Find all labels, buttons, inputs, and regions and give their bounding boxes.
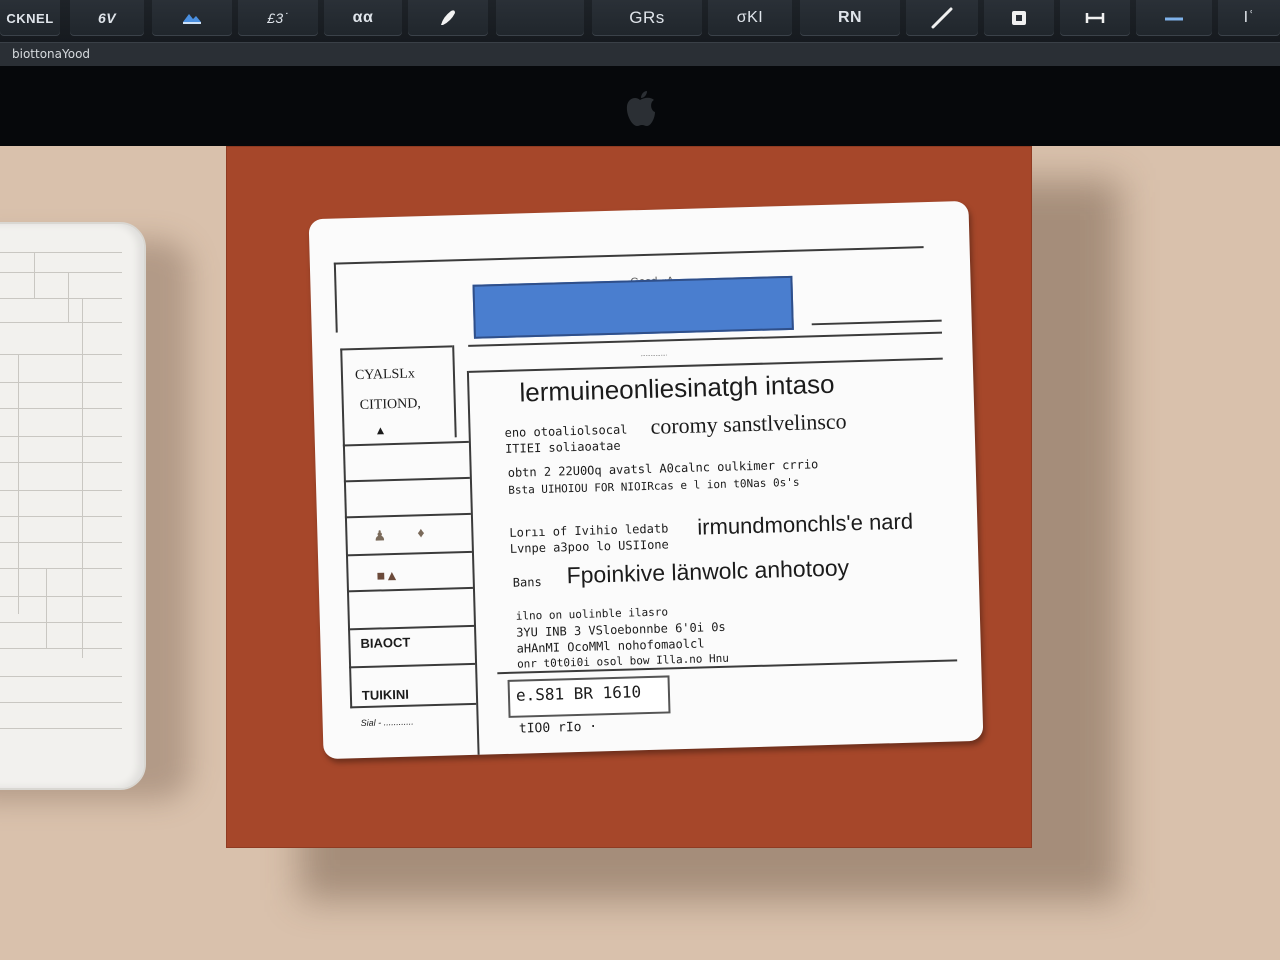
- dimension-icon: [1085, 13, 1105, 23]
- toolbar-button-minus[interactable]: [1136, 0, 1212, 36]
- line-7-large: Fpoinkive länwolc anhotooy: [566, 554, 850, 589]
- line-1-large: coromy sanstlvelinsco: [650, 408, 847, 439]
- toolbar-button-ski[interactable]: σKI: [708, 0, 792, 36]
- left-panel-label-2: TUIKINI: [361, 686, 410, 704]
- left-panel-footnote: Sial - ............: [360, 716, 414, 729]
- toolbar-button-image[interactable]: [152, 0, 232, 36]
- square-icon: [1012, 11, 1026, 25]
- status-bar: biottonaYood: [0, 42, 1280, 67]
- status-text: biottonaYood: [12, 47, 91, 61]
- code-box-text: e.S81 BR 1610: [515, 682, 642, 705]
- toolbar-button-cknel[interactable]: CKNEL: [0, 0, 60, 36]
- line-5-large: irmundmonchls'e nard: [696, 508, 914, 540]
- line-8: ilno on uolinble ilasro: [515, 605, 669, 623]
- blue-title-bar: [472, 275, 794, 339]
- doc-heading: lermuineonliesinatgh intaso: [519, 368, 835, 408]
- bag-icon: ♦: [417, 524, 425, 541]
- left-panel-title-1: CYALSLx: [354, 366, 416, 384]
- toolbar-button-pen[interactable]: [906, 0, 978, 36]
- top-toolbar: CKNEL 6V £3˙ αα GRs σKI RN Iʿ: [0, 0, 1280, 42]
- keyboard: [0, 222, 146, 790]
- toolbar-button-6v[interactable]: 6V: [70, 0, 144, 36]
- toolbar-button-aa[interactable]: αα: [324, 0, 402, 36]
- brush-icon: [441, 10, 455, 25]
- tab-label: ................: [640, 351, 668, 359]
- pen-icon: [931, 7, 953, 29]
- toolbar-button-dimension[interactable]: [1060, 0, 1130, 36]
- box-icon: ■▲: [376, 566, 400, 584]
- line-2-small: ITIEI soliaoatae: [504, 438, 621, 456]
- line-6-small: Lvnpe a3poo lo USIIone: [509, 537, 669, 556]
- left-panel-title-2: CITIOND,: [359, 396, 422, 413]
- pawn-icon: ♟: [373, 527, 387, 544]
- image-icon: [183, 14, 201, 24]
- line-7-small: Bans: [512, 574, 542, 590]
- apple-logo-icon: [626, 91, 655, 126]
- toolbar-button-square[interactable]: [984, 0, 1054, 36]
- toolbar-button-cursor[interactable]: Iʿ: [1218, 0, 1280, 36]
- triangle-icon: ▲: [374, 423, 387, 438]
- toolbar-button-rn[interactable]: RN: [800, 0, 900, 36]
- line-1-small: eno otoaliolsocal: [504, 422, 628, 440]
- line-4: Bsta UIHOIOU FOR NIOIRcas e l ion t0Nas …: [508, 475, 800, 497]
- minus-icon: [1165, 17, 1183, 21]
- toolbar-button-blank[interactable]: [496, 0, 584, 36]
- toolbar-button-grs[interactable]: GRs: [592, 0, 702, 36]
- paper-document: Gaad «A CYALSLx CITIOND, ▲ ♟ ♦ ■▲ BIAOCT…: [308, 200, 984, 760]
- toolbar-button-3[interactable]: £3˙: [238, 0, 318, 36]
- code-below-text: tIO0 rIo ·: [518, 719, 598, 737]
- toolbar-button-brush[interactable]: [408, 0, 488, 36]
- left-panel-label-1: BIAOCT: [360, 634, 411, 652]
